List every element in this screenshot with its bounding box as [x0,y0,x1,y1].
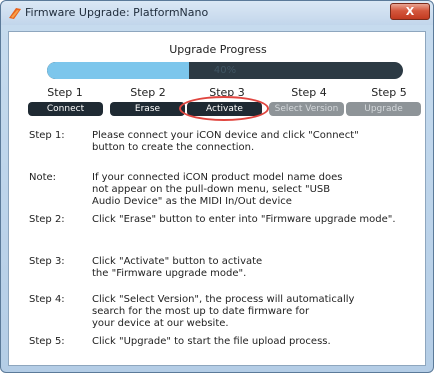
instruction-line: search for the most up to date firmware … [92,306,310,317]
instruction-line: the "Firmware upgrade mode". [92,268,247,279]
title-bar[interactable]: Firmware Upgrade: PlatformNano X [1,1,433,25]
close-button[interactable]: X [390,3,430,20]
instruction-text: If your connected iCON product model nam… [92,172,422,208]
progress-percent-label: 40% [213,65,237,76]
select-version-button[interactable]: Select Version [269,102,344,116]
upgrade-button[interactable]: Upgrade [346,102,421,116]
firmware-upgrade-window: Firmware Upgrade: PlatformNano X Upgrade… [0,0,434,373]
step-label-4: Step 4 [291,86,327,99]
instruction-line: not appear on the pull-down menu, select… [92,184,331,195]
instruction-text: Click "Upgrade" to start the file upload… [92,336,422,348]
instruction-label: Step 3: [29,256,65,267]
instruction-text: Click "Select Version", the process will… [92,294,422,330]
instruction-label: Step 1: [29,130,65,141]
instruction-label: Step 2: [29,214,65,225]
instruction-text: Click "Erase" button to enter into "Firm… [92,214,422,226]
instruction-text: Click "Activate" button to activate the … [92,256,422,280]
instruction-line: Please connect your iCON device and clic… [92,130,359,141]
connect-button[interactable]: Connect [28,102,103,116]
activate-highlight-ring [179,96,269,121]
instruction-line: Click "Activate" button to activate [92,256,263,267]
main-panel: Upgrade Progress 40% Step 1 Step 2 Step … [8,31,426,366]
instruction-line: Click "Erase" button to enter into "Firm… [92,214,396,225]
progress-title: Upgrade Progress [169,43,267,56]
instruction-line: Click "Upgrade" to start the file upload… [92,336,331,347]
step-label-2: Step 2 [130,86,166,99]
instruction-label: Step 5: [29,336,65,347]
progress-bar: 40% [47,62,403,79]
window-title: Firmware Upgrade: PlatformNano [25,6,209,19]
instruction-line: your device at our website. [92,318,229,329]
instruction-line: If your connected iCON product model nam… [92,172,343,183]
app-logo-icon [9,8,21,19]
instruction-line: Audio Device" as the MIDI In/Out device [92,196,292,207]
step-label-5: Step 5 [371,86,407,99]
instruction-label: Note: [29,172,57,183]
step-label-1: Step 1 [47,86,83,99]
instruction-line: button to create the connection. [92,142,255,153]
instruction-text: Please connect your iCON device and clic… [92,130,422,154]
erase-button[interactable]: Erase [110,102,185,116]
instruction-line: Click "Select Version", the process will… [92,294,355,305]
instruction-label: Step 4: [29,294,65,305]
close-icon: X [405,5,415,18]
